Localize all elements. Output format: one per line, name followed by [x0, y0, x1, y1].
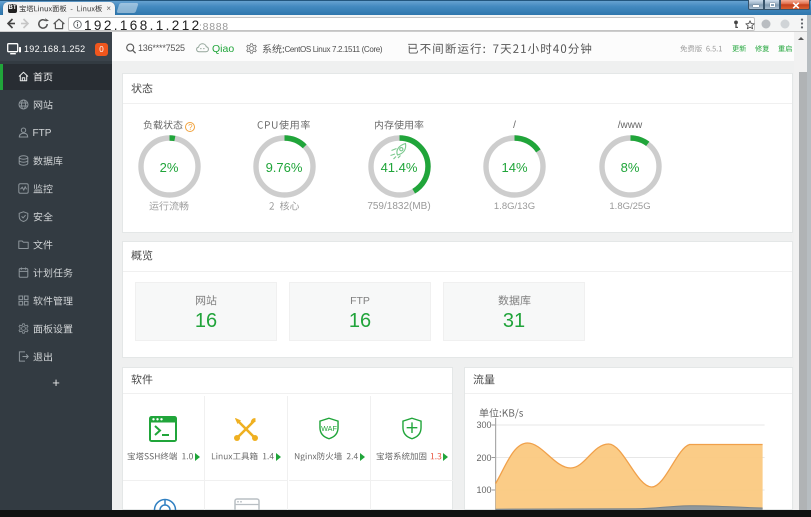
svg-text:WAF: WAF [321, 424, 337, 433]
